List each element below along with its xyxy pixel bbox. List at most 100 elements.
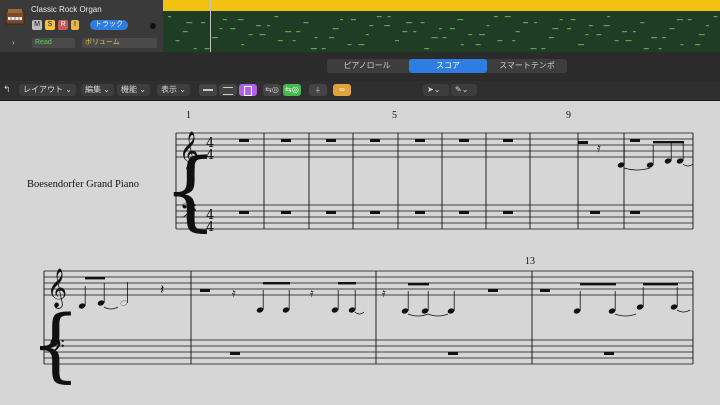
midi-note [420,22,425,24]
tab-smart-tempo[interactable]: スマートテンポ [488,59,566,73]
midi-note [658,48,662,50]
mute-button[interactable]: M [32,20,42,30]
input-monitor-button[interactable]: I [71,20,79,30]
eighth-rest: 𝄿 [310,286,314,300]
midi-note [541,48,546,50]
pencil-tool-icon[interactable]: ✎⌄ [451,84,477,96]
read-mode-select[interactable]: Read [32,38,75,48]
midi-note [296,31,301,33]
midi-note [676,19,683,21]
midi-note [559,19,563,21]
midi-note [259,34,266,36]
eighth-rest: 𝄿 [382,286,386,300]
midi-note [534,22,537,24]
track-header: Classic Rock Organ M S R I トラック › Read ボ… [0,0,163,53]
tie [682,163,694,167]
whole-rest [604,352,614,355]
midi-note [405,22,412,24]
midi-note [193,48,197,50]
view-page-icon[interactable] [239,84,257,96]
midi-note [431,37,438,39]
score-page[interactable]: Boesendorfer Grand Piano 1 5 9 13 {𝄞𝄢444… [0,100,720,405]
whole-rest [448,352,458,355]
midi-note [643,48,649,50]
midi-note [680,44,684,46]
whole-rest [239,139,249,142]
track-name: Classic Rock Organ [31,5,102,14]
midi-note [622,31,627,33]
midi-note [687,19,692,21]
beam [643,283,678,286]
back-icon[interactable]: ↰ [3,84,11,95]
menu-layout[interactable]: レイアウト ⌄ [19,84,76,96]
midi-note [230,28,236,30]
record-dot-icon[interactable] [150,23,156,29]
midi-note [413,31,417,33]
midi-note [340,19,344,21]
midi-note [640,22,645,24]
measure-number: 1 [186,110,191,121]
midi-note [468,34,473,36]
quarter-rest: 𝄽 [160,282,164,298]
midi-note [475,44,481,46]
time-sig-bottom: 4 [206,148,214,163]
solo-button[interactable]: S [45,20,55,30]
automation-param-select[interactable]: ボリューム [82,38,157,48]
menu-view[interactable]: 表示 ⌄ [157,84,190,96]
whole-rest [200,289,210,292]
midi-in-icon[interactable]: ⇆◎ [263,84,281,96]
menu-functions[interactable]: 機能 ⌄ [117,84,150,96]
tuner-icon[interactable]: ⍭ [309,84,327,96]
whole-rest [239,211,249,214]
tie [354,311,365,315]
eighth-rest: 𝄿 [597,141,601,155]
midi-note [384,25,391,27]
midi-note [424,48,430,50]
midi-note [369,25,374,27]
menu-edit-label: 編集 [85,85,101,94]
midi-note [219,28,223,30]
pointer-tool-icon[interactable]: ➤⌄ [423,84,449,96]
view-linear-icon[interactable] [199,84,217,96]
view-lines-icon[interactable] [219,84,237,96]
menu-edit[interactable]: 編集 ⌄ [81,84,114,96]
midi-note [512,40,516,42]
midi-note [212,37,218,39]
midi-note [256,25,261,27]
whole-rest [230,352,240,355]
midi-note [523,22,529,24]
whole-rest [281,139,291,142]
midi-note [596,34,602,36]
midi-out-icon[interactable]: ⇆◎ [283,84,301,96]
record-button[interactable]: R [58,20,68,30]
midi-notes [168,16,718,50]
whole-rest [630,139,640,142]
midi-note [570,19,576,21]
track-badge[interactable]: トラック [90,20,128,30]
track-lane[interactable] [163,0,720,52]
link-icon[interactable]: ∞ [333,84,351,96]
tab-score[interactable]: スコア [409,59,487,73]
whole-rest [370,211,380,214]
beam [85,277,105,280]
midi-note [168,16,171,18]
midi-note [237,19,244,21]
whole-rest [503,139,513,142]
midi-note [277,40,283,42]
treble-clef: 𝄞 [179,131,199,172]
midi-note [204,48,210,50]
midi-note [248,34,253,36]
midi-note [552,28,559,30]
tab-piano-roll[interactable]: ピアノロール [327,59,407,73]
disclosure-chevron-icon[interactable]: › [12,38,15,47]
treble-clef: 𝄞 [47,268,67,309]
bass-clef: 𝄢 [180,199,197,229]
midi-note [347,44,352,46]
midi-note [457,19,464,21]
whole-rest [488,289,498,292]
midi-note [497,40,503,42]
midi-note [314,37,318,39]
bass-clef: 𝄢 [48,335,65,365]
midi-note [614,40,619,42]
midi-note [387,16,391,18]
